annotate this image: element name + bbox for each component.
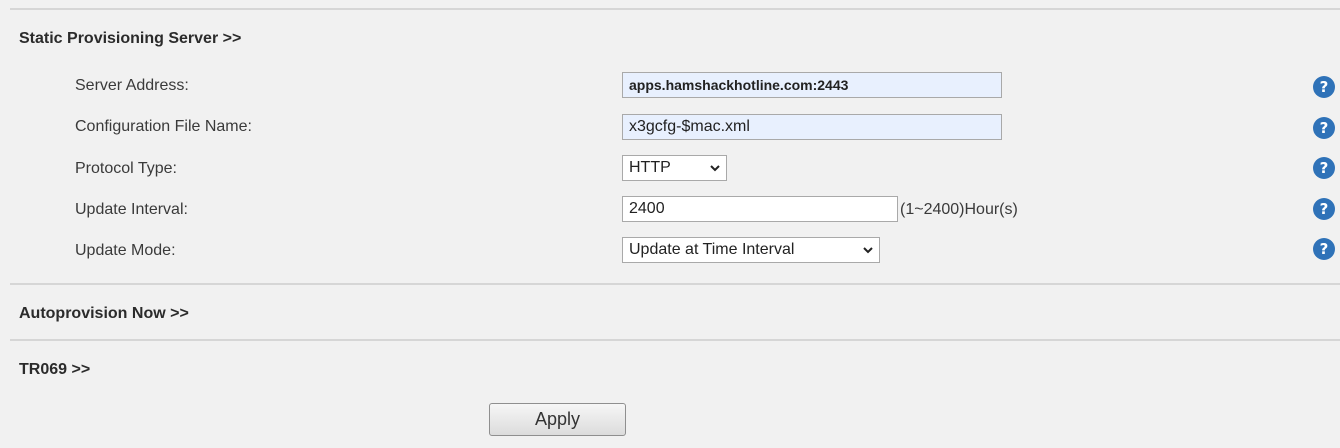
server-address-help-icon[interactable]: ? xyxy=(1313,76,1335,98)
protocol-type-select[interactable]: HTTP xyxy=(622,155,727,181)
update-mode-selected-value: Update at Time Interval xyxy=(629,241,795,258)
section-autoprovision-now[interactable]: Autoprovision Now >> xyxy=(19,305,189,323)
update-interval-label: Update Interval: xyxy=(75,201,188,218)
update-mode-select[interactable]: Update at Time Interval xyxy=(622,237,880,263)
update-interval-input[interactable]: 2400 xyxy=(622,196,898,222)
update-mode-label: Update Mode: xyxy=(75,242,176,259)
section-static-provisioning-server[interactable]: Static Provisioning Server >> xyxy=(19,30,241,48)
divider xyxy=(10,283,1340,285)
protocol-type-label: Protocol Type: xyxy=(75,160,177,177)
config-file-name-input[interactable]: x3gcfg-$mac.xml xyxy=(622,114,1002,140)
config-file-name-help-icon[interactable]: ? xyxy=(1313,117,1335,139)
config-file-name-label: Configuration File Name: xyxy=(75,118,252,135)
update-interval-range-hint: (1~2400)Hour(s) xyxy=(900,201,1018,218)
chevron-down-icon xyxy=(710,165,720,172)
protocol-type-selected-value: HTTP xyxy=(629,159,671,176)
update-mode-help-icon[interactable]: ? xyxy=(1313,238,1335,260)
chevron-down-icon xyxy=(863,247,873,254)
divider xyxy=(10,339,1340,341)
server-address-input[interactable]: apps.hamshackhotline.com:2443 xyxy=(622,72,1002,98)
server-address-label: Server Address: xyxy=(75,77,189,94)
update-interval-help-icon[interactable]: ? xyxy=(1313,198,1335,220)
protocol-type-help-icon[interactable]: ? xyxy=(1313,157,1335,179)
section-tr069[interactable]: TR069 >> xyxy=(19,361,90,379)
top-divider xyxy=(10,8,1340,10)
apply-button[interactable]: Apply xyxy=(489,403,626,436)
